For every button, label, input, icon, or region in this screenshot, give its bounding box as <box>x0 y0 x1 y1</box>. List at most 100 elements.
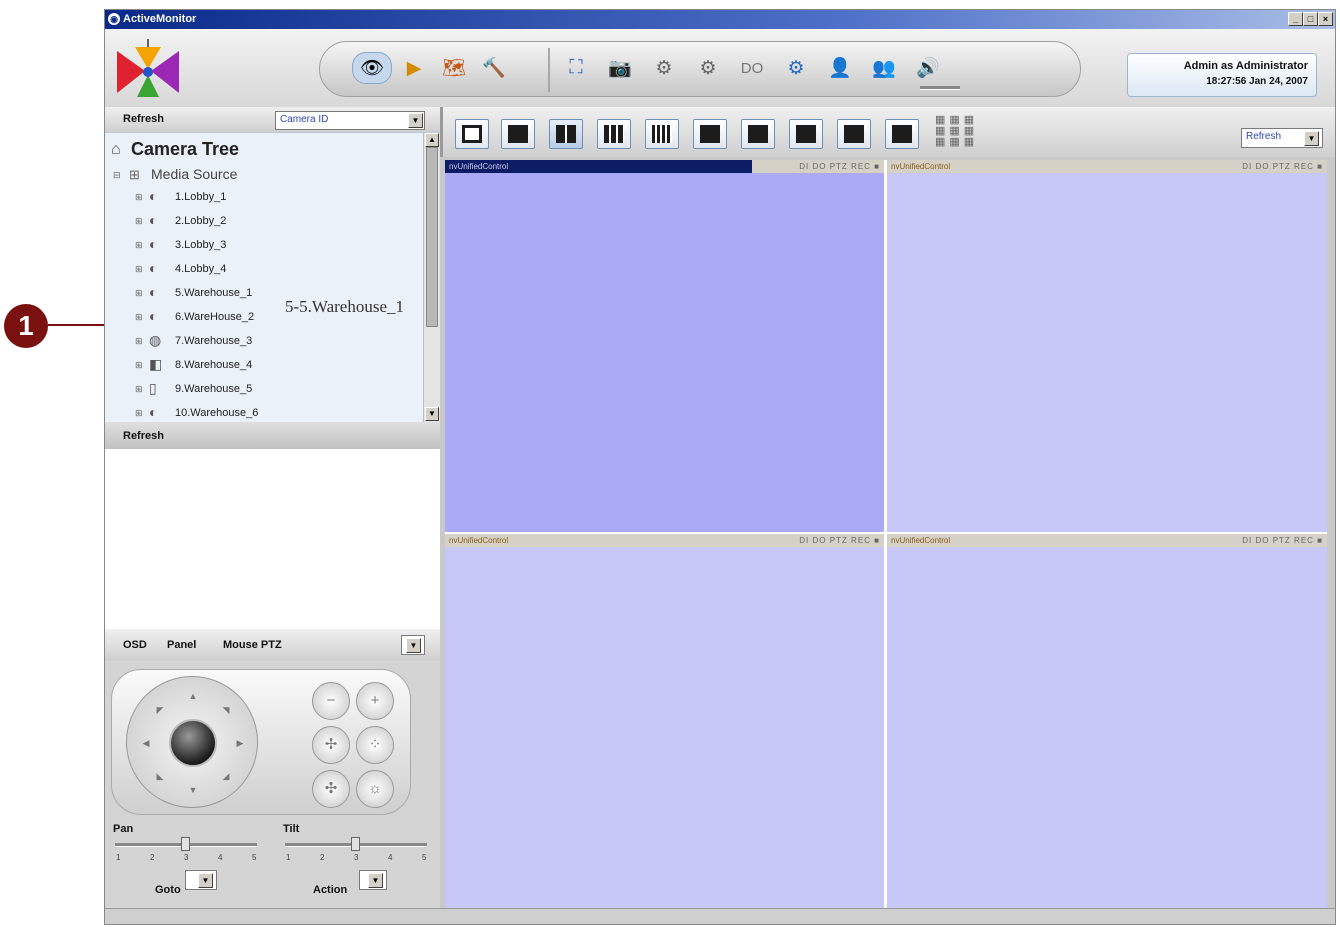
ptz-mode-select[interactable]: ▼ <box>401 635 425 655</box>
collapse-icon[interactable]: ⊟ <box>113 170 121 181</box>
arrow-up-left-icon[interactable]: ◤ <box>151 701 169 719</box>
camera-node-2[interactable]: ⊞ ◐ 2.Lobby_2 <box>135 212 315 234</box>
chevron-down-icon[interactable]: ▼ <box>368 873 383 888</box>
layout-10-button[interactable] <box>885 119 919 149</box>
video-pane-4[interactable]: nvUnifiedControl DI DO PTZ REC ■ <box>887 534 1327 908</box>
box-camera-icon: ▯ <box>149 380 157 396</box>
camera-node-4[interactable]: ⊞ ◐ 4.Lobby_4 <box>135 260 315 282</box>
iris-close-icon[interactable]: ✣ <box>312 770 350 808</box>
camera-node-9[interactable]: ⊞ ▯ 9.Warehouse_5 <box>135 380 315 402</box>
layout-4x4-button[interactable] <box>645 119 679 149</box>
video-pane-1[interactable]: nvUnifiedControl DI DO PTZ REC ■ <box>445 160 884 532</box>
playback-icon[interactable]: ▶ <box>398 52 430 84</box>
config-icon[interactable]: ⚙ <box>780 52 812 84</box>
volume-slider[interactable] <box>920 86 960 90</box>
media-source-node[interactable]: Media Source <box>151 166 237 182</box>
digital-output-icon[interactable]: DO <box>736 52 768 84</box>
refresh-tree-button[interactable]: Refresh <box>123 113 164 125</box>
expand-icon[interactable]: ⊞ <box>135 336 143 347</box>
expand-icon[interactable]: ⊞ <box>135 192 143 203</box>
fullscreen-icon[interactable]: ⛶ <box>560 52 592 84</box>
joystick-knob[interactable] <box>169 719 217 767</box>
layout-2x2-button[interactable] <box>549 119 583 149</box>
camera-tree-title: Camera Tree <box>131 139 240 159</box>
minimize-button[interactable]: _ <box>1288 12 1303 26</box>
pane-controls[interactable]: DI DO PTZ REC ■ <box>799 534 880 547</box>
user-icon[interactable]: 👤 <box>824 52 856 84</box>
pane-controls[interactable]: DI DO PTZ REC ■ <box>799 160 880 173</box>
expand-icon[interactable]: ⊞ <box>135 240 143 251</box>
focus-near-icon[interactable]: ✢ <box>312 726 350 764</box>
layout-pip2-button[interactable] <box>741 119 775 149</box>
pane-controls[interactable]: DI DO PTZ REC ■ <box>1242 160 1323 173</box>
settings-icon[interactable]: ⚙ <box>648 52 680 84</box>
focus-far-icon[interactable]: ⁘ <box>356 726 394 764</box>
iris-open-icon[interactable]: ☼ <box>356 770 394 808</box>
layout-6-button[interactable] <box>789 119 823 149</box>
camera-node-1[interactable]: ⊞ ◐ 1.Lobby_1 <box>135 188 315 210</box>
chevron-down-icon[interactable]: ▼ <box>408 113 423 128</box>
expand-icon[interactable]: ⊞ <box>135 312 143 323</box>
users-icon[interactable]: 👥 <box>868 52 900 84</box>
expand-icon[interactable]: ⊞ <box>135 360 143 371</box>
snapshot-icon[interactable]: 📷 <box>604 52 636 84</box>
close-button[interactable]: × <box>1318 12 1333 26</box>
setup-tools-icon[interactable]: 🔨 <box>478 52 510 84</box>
video-pane-3[interactable]: nvUnifiedControl DI DO PTZ REC ■ <box>445 534 884 908</box>
tilt-slider-thumb[interactable] <box>351 837 360 851</box>
camera-node-10[interactable]: ⊞ ◐ 10.Warehouse_6 <box>135 404 315 421</box>
zoom-out-icon[interactable]: − <box>312 682 350 720</box>
layout-pip-button[interactable] <box>693 119 727 149</box>
camera-label: 7.Warehouse_3 <box>175 335 253 347</box>
camera-label: 2.Lobby_2 <box>175 215 227 227</box>
goto-select[interactable]: ▼ <box>185 870 217 890</box>
maximize-button[interactable]: □ <box>1303 12 1318 26</box>
action-select[interactable]: ▼ <box>359 870 387 890</box>
layout-1x1-button[interactable] <box>501 119 535 149</box>
scroll-thumb[interactable] <box>426 147 438 327</box>
multi-settings-icon[interactable]: ⚙ <box>692 52 724 84</box>
arrow-down-right-icon[interactable]: ◢ <box>217 767 235 785</box>
tab-panel[interactable]: Panel <box>167 639 196 651</box>
scroll-down-icon[interactable]: ▼ <box>425 407 439 421</box>
window-title: ActiveMonitor <box>123 13 197 25</box>
map-icon[interactable]: 🗺 <box>438 52 470 84</box>
arrow-down-icon[interactable]: ▼ <box>184 781 202 799</box>
expand-icon[interactable]: ⊞ <box>135 216 143 227</box>
header: 👁 ▶ 🗺 🔨 ⛶ 📷 ⚙ ⚙ DO ⚙ 👤 👥 🔊 Admin as Admi… <box>105 29 1335 107</box>
camera-node-3[interactable]: ⊞ ◐ 3.Lobby_3 <box>135 236 315 258</box>
arrow-down-left-icon[interactable]: ◣ <box>151 767 169 785</box>
tab-osd[interactable]: OSD <box>123 639 147 651</box>
refresh-bottom-button[interactable]: Refresh <box>123 430 164 442</box>
zoom-in-icon[interactable]: + <box>356 682 394 720</box>
expand-icon[interactable]: ⊞ <box>135 408 143 419</box>
camera-node-8[interactable]: ⊞ ◧ 8.Warehouse_4 <box>135 356 315 378</box>
pan-slider-thumb[interactable] <box>181 837 190 851</box>
camera-sort-select[interactable]: Camera ID ▼ <box>275 111 425 130</box>
arrow-right-icon[interactable]: ▶ <box>231 734 249 752</box>
layout-mini-grid-icon[interactable]: ▦▦▦ ▦▦▦ ▦▦▦ <box>935 115 978 148</box>
scroll-up-icon[interactable]: ▲ <box>425 133 439 147</box>
pane-title: nvUnifiedControl <box>449 162 509 171</box>
arrow-left-icon[interactable]: ◀ <box>137 734 155 752</box>
chevron-down-icon[interactable]: ▼ <box>198 873 213 888</box>
layout-3x3-button[interactable] <box>597 119 631 149</box>
live-view-icon[interactable]: 👁 <box>352 52 392 84</box>
video-pane-2[interactable]: nvUnifiedControl DI DO PTZ REC ■ <box>887 160 1327 532</box>
refresh-rate-select[interactable]: Refresh ▼ <box>1241 128 1323 148</box>
arrow-up-right-icon[interactable]: ◥ <box>217 701 235 719</box>
layout-8-button[interactable] <box>837 119 871 149</box>
tree-scrollbar[interactable]: ▲ ▼ <box>423 133 440 423</box>
expand-icon[interactable]: ⊞ <box>135 264 143 275</box>
arrow-up-icon[interactable]: ▲ <box>184 687 202 705</box>
layout-rotate-button[interactable] <box>455 119 489 149</box>
tab-mouse-ptz[interactable]: Mouse PTZ <box>223 639 282 651</box>
pane-controls[interactable]: DI DO PTZ REC ■ <box>1242 534 1323 547</box>
expand-icon[interactable]: ⊞ <box>135 288 143 299</box>
chevron-down-icon[interactable]: ▼ <box>1304 131 1319 146</box>
chevron-down-icon[interactable]: ▼ <box>406 638 421 653</box>
audio-icon[interactable]: 🔊 <box>912 52 944 84</box>
expand-icon[interactable]: ⊞ <box>135 384 143 395</box>
camera-node-7[interactable]: ⊞ ◍ 7.Warehouse_3 <box>135 332 315 354</box>
layout-16-icon <box>652 125 672 143</box>
